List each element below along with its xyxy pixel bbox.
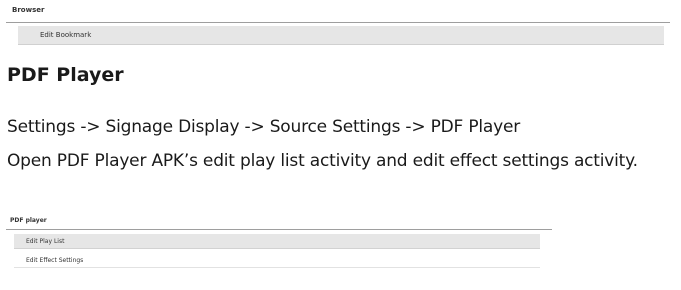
document-page: Browser Edit Bookmark PDF Player Setting…: [0, 0, 681, 290]
edit-effect-settings-item[interactable]: Edit Effect Settings: [14, 253, 540, 268]
browser-panel-divider: [6, 22, 670, 23]
pdf-player-panel-divider: [6, 229, 552, 230]
edit-bookmark-item[interactable]: Edit Bookmark: [18, 26, 664, 45]
edit-play-list-label: Edit Play List: [26, 238, 65, 245]
edit-play-list-item[interactable]: Edit Play List: [14, 234, 540, 249]
browser-panel-title: Browser: [12, 6, 45, 14]
pdf-player-settings-screenshot: PDF player Edit Play List Edit Effect Se…: [6, 212, 552, 274]
edit-bookmark-label: Edit Bookmark: [40, 31, 92, 39]
settings-path: Settings -> Signage Display -> Source Se…: [7, 117, 521, 137]
edit-effect-settings-label: Edit Effect Settings: [26, 257, 84, 264]
section-description: Open PDF Player APK’s edit play list act…: [7, 151, 638, 171]
pdf-player-panel-title: PDF player: [10, 217, 47, 224]
section-heading: PDF Player: [7, 64, 124, 86]
browser-settings-screenshot: Browser Edit Bookmark: [6, 0, 670, 48]
